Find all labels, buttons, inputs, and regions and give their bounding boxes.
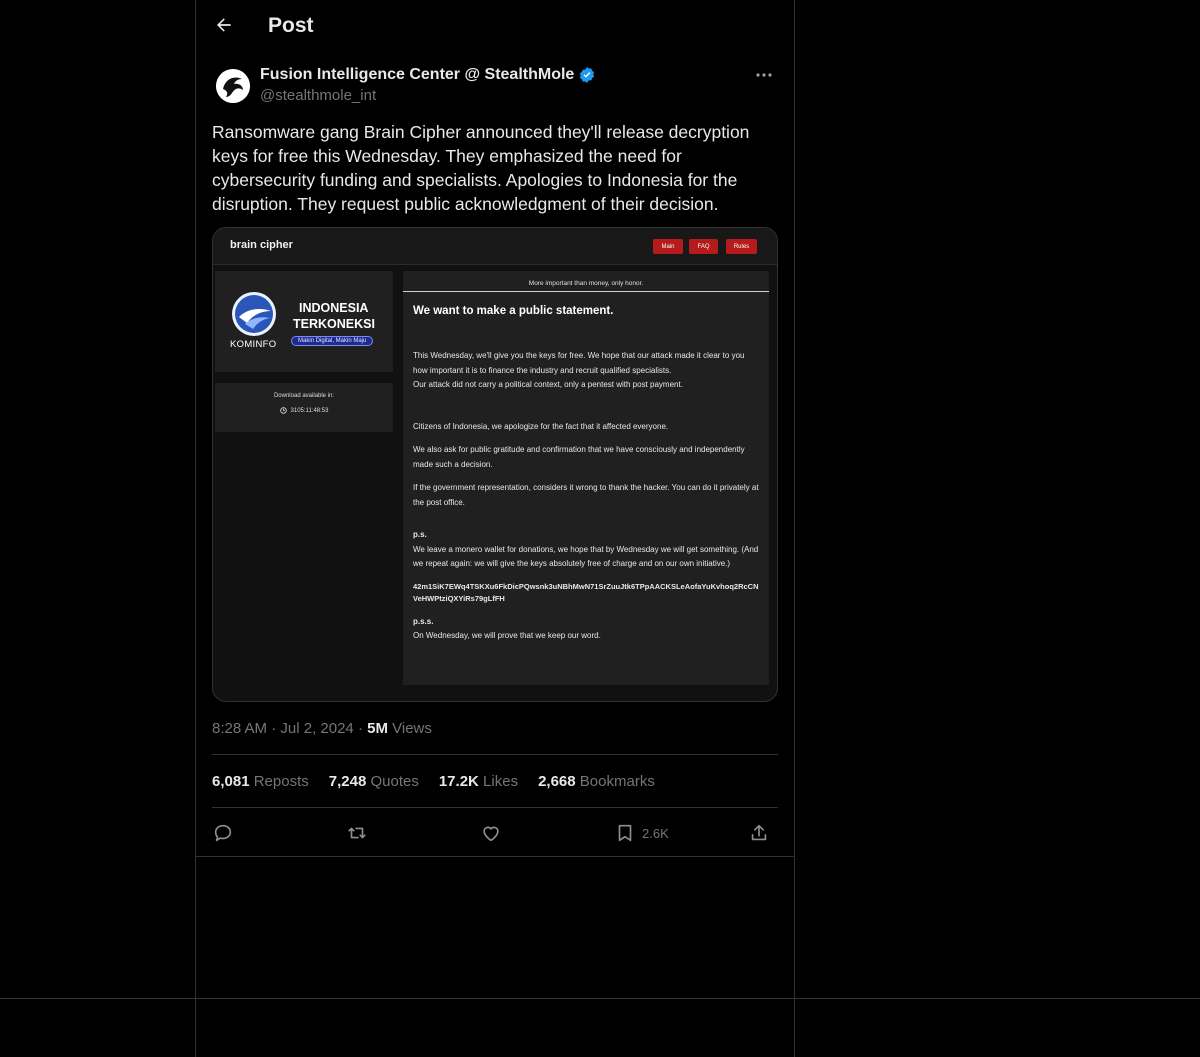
likes-count: 17.2K xyxy=(438,773,479,790)
author-name-row[interactable]: Fusion Intelligence Center @ StealthMole xyxy=(260,66,596,84)
statement-paragraph: Citizens of Indonesia, we apologize for … xyxy=(413,421,669,431)
motto: More important than money, only honor. xyxy=(528,280,644,287)
repost-icon xyxy=(348,827,366,839)
motto-divider xyxy=(403,291,769,292)
bottom-divider xyxy=(0,998,1200,999)
avatar[interactable] xyxy=(216,69,250,103)
statement-panel: More important than money, only honor. W… xyxy=(403,271,769,685)
post-image[interactable]: brain cipher Main FAQ Rules KOMINFO INDO… xyxy=(212,227,778,702)
media-site-name: brain cipher xyxy=(230,239,293,251)
statement-body: This Wednesday, we'll give you the keys … xyxy=(413,349,759,644)
more-options-button[interactable] xyxy=(750,64,778,86)
post-text: Ransomware gang Brain Cipher announced t… xyxy=(212,122,750,214)
media-nav-faq: FAQ xyxy=(689,239,718,254)
statement-paragraph: We also ask for public gratitude and con… xyxy=(413,445,745,469)
kominfo-label: KOMINFO xyxy=(230,339,277,350)
like-button[interactable] xyxy=(480,818,502,848)
post-date[interactable]: Jul 2, 2024 xyxy=(280,720,353,737)
author-name[interactable]: Fusion Intelligence Center @ StealthMole xyxy=(260,66,574,84)
statement-paragraph: This Wednesday, we'll give you the keys … xyxy=(413,351,745,375)
media-banner: KOMINFO INDONESIA TERKONEKSI Makin Digit… xyxy=(215,271,393,372)
quotes-stat[interactable]: 7,248 Quotes xyxy=(329,773,419,790)
statement-paragraph: We leave a monero wallet for donations, … xyxy=(413,544,759,569)
clock-icon xyxy=(279,407,287,414)
repost-button[interactable] xyxy=(346,818,368,848)
main-column: Post Fusion Intelligence Center @ Stealt… xyxy=(195,0,795,1057)
statement-paragraph: Our attack did not carry a political con… xyxy=(413,380,683,389)
back-button[interactable] xyxy=(210,11,238,39)
banner-line1: INDONESIA xyxy=(299,301,369,315)
share-button[interactable] xyxy=(748,818,770,848)
reply-button[interactable] xyxy=(212,818,234,848)
views-label: Views xyxy=(392,720,432,737)
media-site-header: brain cipher Main FAQ Rules xyxy=(213,228,777,265)
quotes-count: 7,248 xyxy=(328,773,367,790)
monero-wallet: 42m1SiK7EWq4TSKXu6FkDicPQwsnk3uNBhMwN71S… xyxy=(413,581,759,603)
bookmarks-count: 2,668 xyxy=(538,773,576,790)
media-nav-rules: Rules xyxy=(726,239,757,254)
divider xyxy=(212,754,778,755)
stealthmole-logo-icon xyxy=(216,69,250,103)
countdown: 3105:11:48:53 xyxy=(290,407,329,414)
post-time[interactable]: 8:28 AM xyxy=(212,720,267,737)
media-nav-main: Main xyxy=(653,239,683,254)
reply-icon xyxy=(214,824,232,842)
kominfo-logo-icon xyxy=(232,292,276,336)
reposts-count: 6,081 xyxy=(212,773,250,790)
quotes-label: Quotes xyxy=(370,773,419,790)
bookmark-count: 2.6K xyxy=(642,825,669,841)
reposts-label: Reposts xyxy=(253,773,309,790)
more-dots-icon xyxy=(756,73,772,77)
bookmarks-label: Bookmarks xyxy=(579,773,655,790)
statement-paragraph: On Wednesday, we will prove that we keep… xyxy=(413,631,601,640)
statement-paragraph: If the government representation, consid… xyxy=(413,483,759,507)
arrow-left-icon xyxy=(217,18,231,32)
bookmark-button[interactable]: 2.6K xyxy=(614,818,669,848)
download-label: Download available in: xyxy=(273,393,335,399)
divider xyxy=(212,807,778,808)
author-handle[interactable]: @stealthmole_int xyxy=(260,87,376,104)
likes-stat[interactable]: 17.2K Likes xyxy=(439,773,518,790)
meta-dot: · xyxy=(357,720,368,737)
likes-label: Likes xyxy=(483,773,519,790)
bookmarks-stat: 2,668 Bookmarks xyxy=(538,773,655,790)
views-count: 5M xyxy=(367,720,388,737)
share-icon xyxy=(751,824,767,841)
statement-paragraph: p.s.s. xyxy=(413,616,434,626)
page-header: Post xyxy=(196,0,794,53)
divider xyxy=(196,856,794,857)
engagement-stats: 6,081 Reposts 7,248 Quotes 17.2K Likes 2… xyxy=(212,773,655,790)
reposts-stat[interactable]: 6,081 Reposts xyxy=(212,773,309,790)
download-box: Download available in: 3105:11:48:53 xyxy=(215,383,393,432)
countdown-row: 3105:11:48:53 xyxy=(215,407,393,414)
action-bar: 2.6K xyxy=(212,818,778,848)
heart-icon xyxy=(483,826,499,842)
banner-tagline: Makin Digital, Makin Maju xyxy=(291,336,374,346)
verified-badge-icon xyxy=(580,67,595,83)
meta-dot: · xyxy=(271,720,281,737)
statement-title: We want to make a public statement. xyxy=(413,305,614,317)
post-meta: 8:28 AM · Jul 2, 2024 · 5M Views xyxy=(212,720,432,737)
banner-line2: TERKONEKSI xyxy=(293,317,375,331)
statement-paragraph: p.s. xyxy=(413,530,427,539)
bookmark-icon xyxy=(618,824,632,842)
page-title: Post xyxy=(268,14,314,37)
